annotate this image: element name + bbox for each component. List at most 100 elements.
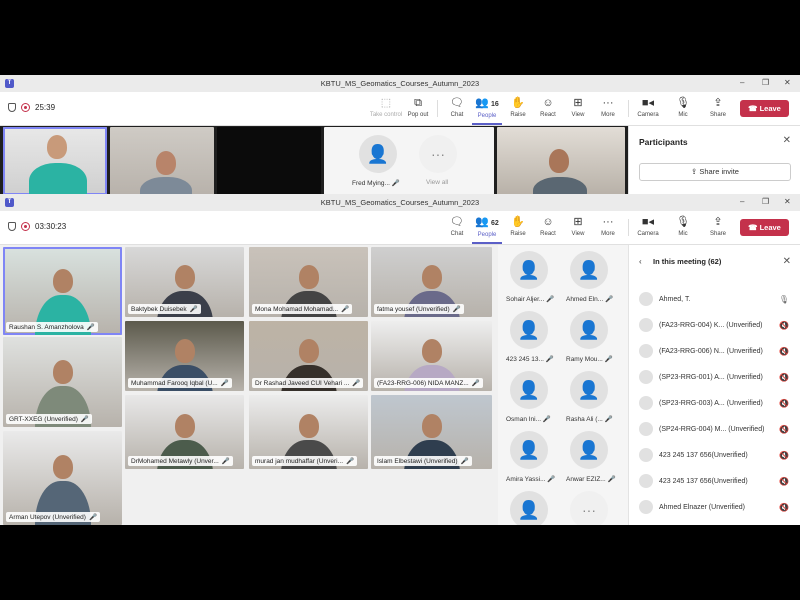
user-avatar-icon xyxy=(639,396,653,410)
video-tile[interactable]: Dr Rashad Javeed CUI Vehari ... 🎤 xyxy=(249,321,368,391)
video-grid: Raushan S. Amanzholova 🎤 Baktybek Duisebek… xyxy=(0,245,498,525)
minimize-icon[interactable]: – xyxy=(740,78,744,87)
user-avatar-icon[interactable]: 👤 xyxy=(570,251,608,289)
chat-button[interactable]: 🗨 Chat xyxy=(442,97,472,118)
mic-button[interactable]: 🎙 Mic xyxy=(668,97,698,118)
mic-muted-icon: 🎤 xyxy=(221,458,230,465)
phone-icon: ☎ xyxy=(748,104,760,113)
take-control-icon: ⬚ xyxy=(380,97,392,109)
panel-title: In this meeting (62) xyxy=(653,257,722,266)
user-avatar-icon[interactable]: 👤 xyxy=(510,251,548,289)
raise-hand-button[interactable]: ✋ Raise xyxy=(503,97,533,118)
people-icon: 👥 62 xyxy=(475,216,499,228)
react-button[interactable]: ☺ React xyxy=(533,97,563,118)
people-button[interactable]: 👥 62 People xyxy=(472,216,502,244)
video-tile[interactable] xyxy=(3,127,107,195)
person-torso xyxy=(533,177,587,195)
maximize-icon[interactable]: ❐ xyxy=(762,78,769,87)
share-button[interactable]: ⇪ Share xyxy=(703,97,733,118)
more-avatars-icon[interactable]: ··· xyxy=(419,135,457,173)
camera-icon: ■◂ xyxy=(641,97,655,109)
participant-name: (SP24-RRG-004) M... (Unverified) xyxy=(659,425,765,433)
leave-button[interactable]: ☎ Leave xyxy=(740,100,789,117)
participant-list-item[interactable]: (SP23-RRG-001) A... (Unverified) 🔇 xyxy=(639,367,789,387)
participant-name: DrMohamed Metawly (Unver... 🎤 xyxy=(128,456,233,466)
participant-name-text: GRT-XXEG (Unverified) xyxy=(9,416,78,423)
maximize-icon[interactable]: ❐ xyxy=(762,197,769,206)
take-control-button[interactable]: ⬚ Take control xyxy=(369,97,403,118)
mic-button[interactable]: 🎙 Mic xyxy=(668,216,698,237)
video-tile[interactable]: Muhammad Farooq Iqbal (U... 🎤 xyxy=(125,321,244,391)
camera-button[interactable]: ■◂ Camera xyxy=(633,97,663,118)
chat-button[interactable]: 🗨 Chat xyxy=(442,216,472,237)
video-tile[interactable]: GRT-XXEG (Unverified) 🎤 xyxy=(3,337,122,427)
video-tile[interactable]: murad jan mudhaffar (Unveri... 🎤 xyxy=(249,395,368,469)
user-avatar-icon[interactable]: 👤 xyxy=(510,491,548,525)
participant-list-item[interactable]: 423 245 137 656(Unverified) 🔇 xyxy=(639,445,789,465)
participant-name: Raushan S. Amanzholova 🎤 xyxy=(6,322,98,332)
video-tile[interactable]: fatma yousef (Unverified) 🎤 xyxy=(371,247,492,317)
video-tile[interactable] xyxy=(110,127,214,195)
video-tile-off[interactable] xyxy=(217,127,321,195)
user-avatar-icon[interactable]: 👤 xyxy=(359,135,397,173)
video-tile[interactable]: Mona Mohamad Mohamad... 🎤 xyxy=(249,247,368,317)
more-button[interactable]: ··· More xyxy=(593,97,623,118)
view-button[interactable]: ⊞ View xyxy=(563,97,593,118)
participant-list-item[interactable]: (FA23-RRG-006) N... (Unverified) 🔇 xyxy=(639,341,789,361)
video-tile[interactable]: Baktybek Duisebek 🎤 xyxy=(125,247,244,317)
user-avatar-icon[interactable]: 👤 xyxy=(570,431,608,469)
participant-name: 423 245 137 656(Unverified) xyxy=(659,451,748,459)
react-button[interactable]: ☺ React xyxy=(533,216,563,237)
person-head xyxy=(421,413,442,438)
participant-name-text: Dr Rashad Javeed CUI Vehari ... xyxy=(255,380,350,387)
view-all-label[interactable]: View all xyxy=(426,179,448,186)
people-button[interactable]: 👥 16 People xyxy=(472,97,502,125)
pop-out-button[interactable]: ⧉ Pop out xyxy=(403,97,433,118)
back-chevron-icon[interactable]: ‹ xyxy=(639,257,642,266)
user-avatar-icon[interactable]: 👤 xyxy=(570,371,608,409)
participant-list-item[interactable]: (SP23-RRG-003) A... (Unverified) 🔇 xyxy=(639,393,789,413)
video-tile[interactable]: Islam Elbestawi (Unverified) 🎤 xyxy=(371,395,492,469)
share-invite-button[interactable]: ⇪ Share invite xyxy=(639,163,791,181)
video-tile[interactable]: DrMohamed Metawly (Unver... 🎤 xyxy=(125,395,244,469)
participant-name-text: Arman Utepov (Unverified) xyxy=(9,514,86,521)
participant-list-item[interactable]: (SP24-RRG-004) M... (Unverified) 🔇 xyxy=(639,419,789,439)
user-avatar-icon[interactable]: 👤 xyxy=(510,311,548,349)
video-tile[interactable]: Arman Utepov (Unverified) 🎤 xyxy=(3,431,122,525)
video-tile[interactable]: Raushan S. Amanzholova 🎤 xyxy=(3,247,122,335)
participant-name: Dr Rashad Javeed CUI Vehari ... 🎤 xyxy=(252,378,364,388)
share-icon: ⇪ xyxy=(713,216,723,228)
mic-muted-icon: 🎤 xyxy=(352,380,361,387)
participant-name: Ahmed Eln... 🎤 xyxy=(566,296,614,303)
user-avatar-icon[interactable]: 👤 xyxy=(570,311,608,349)
user-avatar-icon[interactable]: 👤 xyxy=(510,371,548,409)
camera-button[interactable]: ■◂ Camera xyxy=(633,216,663,237)
meeting-toolbar: 03:30:23 🗨 Chat 👥 62 People ✋ Raise ☺ React ⊞… xyxy=(0,211,800,245)
mic-muted-icon: 🎤 xyxy=(605,476,616,483)
participant-list-item[interactable]: Ahmed, T. 🎙 xyxy=(639,289,789,309)
video-tile[interactable]: (FA23-RRG-006) NIDA MANZ... 🎤 xyxy=(371,321,492,391)
close-icon[interactable]: ✕ xyxy=(783,135,791,146)
avatar-strip: 👤 Fred Mying... 🎤 ··· View all xyxy=(324,127,494,195)
share-button[interactable]: ⇪ Share xyxy=(703,216,733,237)
user-avatar-icon[interactable]: 👤 xyxy=(510,431,548,469)
participant-name: murad jan mudhaffar (Unveri... 🎤 xyxy=(252,456,358,466)
participant-list-item[interactable]: Ahmed Elnazer (Unverified) 🔇 xyxy=(639,497,789,517)
close-window-icon[interactable]: ✕ xyxy=(784,197,791,206)
participant-list-item[interactable]: (FA23-RRG-004) K... (Unverified) 🔇 xyxy=(639,315,789,335)
close-icon[interactable]: ✕ xyxy=(783,256,791,267)
minimize-icon[interactable]: – xyxy=(740,197,744,206)
leave-button[interactable]: ☎ Leave xyxy=(740,219,789,236)
more-avatars-icon[interactable]: ··· xyxy=(570,491,608,525)
raise-hand-button[interactable]: ✋ Raise xyxy=(503,216,533,237)
view-button[interactable]: ⊞ View xyxy=(563,216,593,237)
video-tile[interactable] xyxy=(497,127,625,195)
mic-muted-icon: 🎤 xyxy=(541,416,551,423)
participant-list-item[interactable]: 423 245 137 656(Unverified) 🔇 xyxy=(639,471,789,491)
participant-name: Mona Mohamad Mohamad... 🎤 xyxy=(252,304,353,314)
participant-name-text: Raushan S. Amanzholova xyxy=(9,324,84,331)
more-button[interactable]: ··· More xyxy=(593,216,623,237)
mic-icon: 🎙 xyxy=(676,216,690,228)
close-window-icon[interactable]: ✕ xyxy=(784,78,791,87)
person-head xyxy=(47,135,67,159)
